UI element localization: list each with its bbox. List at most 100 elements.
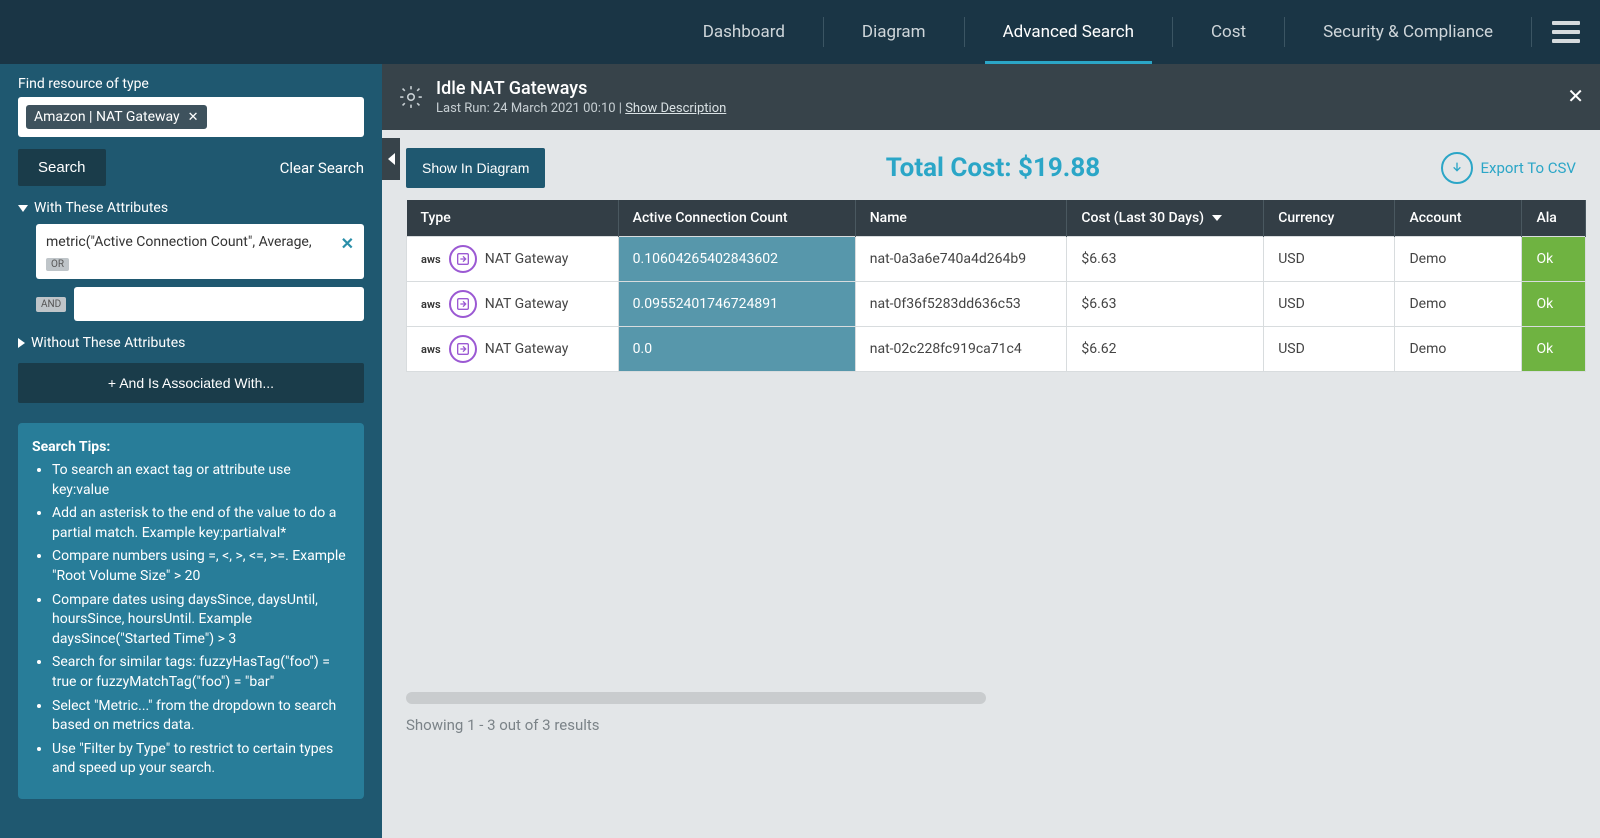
col-header-name[interactable]: Name — [855, 200, 1067, 237]
search-tip: Use "Filter by Type" to restrict to cert… — [52, 740, 350, 779]
tab-cost[interactable]: Cost — [1173, 0, 1284, 64]
export-csv-label: Export To CSV — [1481, 159, 1576, 177]
and-attribute-input[interactable] — [74, 287, 364, 321]
download-icon — [1441, 152, 1473, 184]
cell-account: Demo — [1395, 282, 1522, 327]
last-run-prefix: Last Run: — [436, 101, 493, 116]
cell-type-text: NAT Gateway — [485, 251, 569, 267]
aws-provider-icon: aws — [421, 298, 441, 311]
cell-type: aws NAT Gateway — [407, 327, 619, 372]
clear-search-link[interactable]: Clear Search — [280, 159, 364, 177]
attribute-expression-text: metric("Active Connection Count", Averag… — [46, 234, 354, 250]
last-run-value: 24 March 2021 00:10 — [493, 101, 616, 116]
col-header-alarm[interactable]: Ala — [1522, 200, 1586, 237]
with-attributes-header[interactable]: With These Attributes — [18, 200, 364, 216]
cell-currency: USD — [1264, 327, 1395, 372]
nat-gateway-icon — [449, 245, 477, 273]
export-csv-button[interactable]: Export To CSV — [1441, 152, 1576, 184]
nat-gateway-icon — [449, 290, 477, 318]
nav-tabs: Dashboard Diagram Advanced Search Cost S… — [665, 0, 1532, 64]
search-tip: Compare dates using daysSince, daysUntil… — [52, 591, 350, 650]
report-icon — [398, 84, 424, 110]
or-badge[interactable]: OR — [46, 258, 69, 271]
remove-attribute-icon[interactable]: ✕ — [341, 234, 354, 253]
cell-type-text: NAT Gateway — [485, 341, 569, 357]
cell-connection-count: 0.09552401746724891 — [618, 282, 855, 327]
cell-account: Demo — [1395, 237, 1522, 282]
resource-type-tag: Amazon | NAT Gateway ✕ — [26, 105, 207, 129]
search-tip: Add an asterisk to the end of the value … — [52, 504, 350, 543]
results-count: Showing 1 - 3 out of 3 results — [382, 704, 1600, 734]
tab-security-compliance[interactable]: Security & Compliance — [1285, 0, 1531, 64]
without-attributes-header[interactable]: Without These Attributes — [18, 335, 364, 351]
attribute-expression-box[interactable]: metric("Active Connection Count", Averag… — [36, 224, 364, 279]
cell-alarm: Ok — [1522, 237, 1586, 282]
search-tip: Select "Metric..." from the dropdown to … — [52, 697, 350, 736]
tab-advanced-search[interactable]: Advanced Search — [965, 0, 1172, 64]
report-title: Idle NAT Gateways — [436, 78, 726, 99]
top-nav: Dashboard Diagram Advanced Search Cost S… — [0, 0, 1600, 64]
cell-alarm: Ok — [1522, 327, 1586, 372]
search-tips-box: Search Tips: To search an exact tag or a… — [18, 423, 364, 799]
without-attributes-label: Without These Attributes — [31, 335, 185, 351]
separator: | — [616, 101, 626, 116]
main-panel: Idle NAT Gateways Last Run: 24 March 202… — [382, 64, 1600, 838]
chevron-left-icon — [388, 153, 395, 165]
caret-down-icon — [18, 205, 28, 212]
hamburger-menu-icon[interactable] — [1552, 21, 1580, 43]
cell-cost: $6.62 — [1067, 327, 1264, 372]
cell-alarm: Ok — [1522, 282, 1586, 327]
total-cost-value: $19.88 — [1018, 153, 1100, 183]
cell-cost: $6.63 — [1067, 237, 1264, 282]
associated-with-button[interactable]: + And Is Associated With... — [18, 363, 364, 403]
col-header-currency[interactable]: Currency — [1264, 200, 1395, 237]
cell-name: nat-02c228fc919ca71c4 — [855, 327, 1067, 372]
cell-type-text: NAT Gateway — [485, 296, 569, 312]
caret-right-icon — [18, 338, 25, 348]
resource-type-tag-text: Amazon | NAT Gateway — [34, 109, 180, 125]
cell-currency: USD — [1264, 237, 1395, 282]
cell-type: aws NAT Gateway — [407, 237, 619, 282]
results-table-wrap: Type Active Connection Count Name Cost (… — [406, 200, 1600, 372]
search-button[interactable]: Search — [18, 149, 106, 186]
collapse-sidebar-handle[interactable] — [382, 138, 400, 180]
close-report-icon[interactable]: ✕ — [1567, 84, 1584, 108]
nat-gateway-icon — [449, 335, 477, 363]
report-subtitle: Last Run: 24 March 2021 00:10 | Show Des… — [436, 101, 726, 116]
cell-connection-count: 0.0 — [618, 327, 855, 372]
resource-type-input[interactable]: Amazon | NAT Gateway ✕ — [18, 97, 364, 137]
tab-diagram[interactable]: Diagram — [824, 0, 964, 64]
cell-type: aws NAT Gateway — [407, 282, 619, 327]
table-row[interactable]: aws NAT Gateway 0.0 nat-02c228fc919ca71c… — [407, 327, 1586, 372]
col-header-cost[interactable]: Cost (Last 30 Days) — [1067, 200, 1264, 237]
show-in-diagram-button[interactable]: Show In Diagram — [406, 148, 545, 188]
cell-connection-count: 0.10604265402843602 — [618, 237, 855, 282]
search-tip: Search for similar tags: fuzzyHasTag("fo… — [52, 653, 350, 692]
show-description-link[interactable]: Show Description — [625, 101, 726, 116]
table-row[interactable]: aws NAT Gateway 0.10604265402843602 nat-… — [407, 237, 1586, 282]
table-row[interactable]: aws NAT Gateway 0.09552401746724891 nat-… — [407, 282, 1586, 327]
and-badge: AND — [36, 297, 66, 312]
find-resource-label: Find resource of type — [18, 76, 364, 92]
col-header-type[interactable]: Type — [407, 200, 619, 237]
total-cost: Total Cost: $19.88 — [886, 153, 1100, 183]
nav-divider — [1531, 17, 1532, 47]
cell-cost: $6.63 — [1067, 282, 1264, 327]
tab-dashboard[interactable]: Dashboard — [665, 0, 823, 64]
total-cost-label: Total Cost: — [886, 153, 1018, 183]
cell-currency: USD — [1264, 282, 1395, 327]
cell-name: nat-0f36f5283dd636c53 — [855, 282, 1067, 327]
search-tip: Compare numbers using =, <, >, <=, >=. E… — [52, 547, 350, 586]
report-header: Idle NAT Gateways Last Run: 24 March 202… — [382, 64, 1600, 130]
search-tips-title: Search Tips: — [32, 439, 350, 455]
col-header-connection-count[interactable]: Active Connection Count — [618, 200, 855, 237]
with-attributes-label: With These Attributes — [34, 200, 168, 216]
aws-provider-icon: aws — [421, 343, 441, 356]
aws-provider-icon: aws — [421, 253, 441, 266]
results-table: Type Active Connection Count Name Cost (… — [406, 200, 1586, 372]
remove-type-tag-icon[interactable]: ✕ — [188, 110, 199, 125]
search-tip: To search an exact tag or attribute use … — [52, 461, 350, 500]
col-header-account[interactable]: Account — [1395, 200, 1522, 237]
cell-name: nat-0a3a6e740a4d264b9 — [855, 237, 1067, 282]
horizontal-scrollbar[interactable] — [406, 692, 986, 704]
